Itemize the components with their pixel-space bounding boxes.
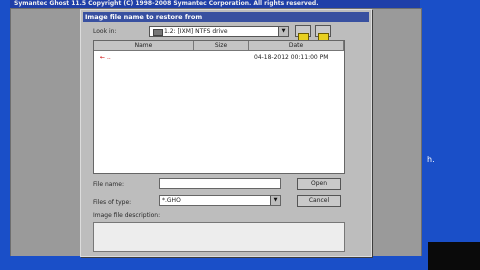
dialog-title: Image file name to restore from bbox=[83, 12, 369, 22]
look-in-value: 1.2: [IXM] NTFS drive bbox=[164, 28, 228, 35]
description-label: Image file description: bbox=[93, 212, 161, 219]
background-side-text: h. bbox=[427, 155, 435, 164]
look-in-label: Look in: bbox=[93, 28, 117, 35]
drive-icon bbox=[153, 29, 163, 36]
look-in-select[interactable]: 1.2: [IXM] NTFS drive ▼ bbox=[149, 26, 289, 37]
background-app-title: Symantec Ghost 11.5 Copyright (C) 1998-2… bbox=[14, 0, 319, 7]
column-header-size[interactable]: Size bbox=[194, 41, 249, 51]
description-box bbox=[93, 222, 345, 252]
cancel-button[interactable]: Cancel bbox=[297, 195, 341, 207]
black-corner bbox=[428, 242, 480, 270]
column-header-name[interactable]: Name bbox=[94, 41, 194, 51]
file-name-label: File name: bbox=[93, 181, 124, 188]
row-date: 04-18-2012 00:11:00 PM bbox=[254, 54, 329, 61]
column-header-date[interactable]: Date bbox=[249, 41, 344, 51]
parent-dir-row[interactable]: ← .. bbox=[100, 54, 111, 61]
desktop-left-edge bbox=[0, 0, 10, 270]
file-list[interactable]: Name Size Date ← .. 04-18-2012 00:11:00 … bbox=[93, 40, 345, 174]
restore-image-dialog: Image file name to restore from Look in:… bbox=[80, 9, 372, 257]
desktop-bottom bbox=[0, 256, 428, 270]
parent-folder-button[interactable] bbox=[295, 25, 311, 41]
files-of-type-value: *.GHO bbox=[162, 197, 181, 204]
files-of-type-label: Files of type: bbox=[93, 199, 132, 206]
new-folder-button[interactable] bbox=[315, 25, 331, 41]
files-of-type-select[interactable]: *.GHO ▼ bbox=[159, 195, 281, 206]
file-name-input[interactable] bbox=[159, 178, 281, 189]
dropdown-arrow-icon[interactable]: ▼ bbox=[278, 27, 288, 36]
up-arrow-icon: ← bbox=[100, 54, 106, 61]
row-name: .. bbox=[106, 54, 111, 61]
open-button[interactable]: Open bbox=[297, 178, 341, 190]
dropdown-arrow-icon[interactable]: ▼ bbox=[270, 196, 280, 205]
